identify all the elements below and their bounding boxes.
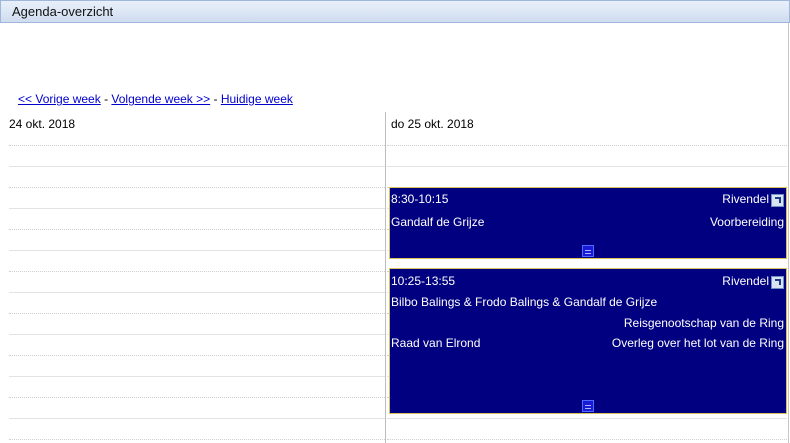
event-location: Rivendel xyxy=(722,274,769,288)
event-people: Gandalf de Grijze xyxy=(391,215,485,229)
previous-week-link[interactable]: << Vorige week xyxy=(18,92,101,106)
time-slot-line xyxy=(387,166,787,167)
scroll-edge xyxy=(788,23,789,443)
day-header-thursday: do 25 okt. 2018 xyxy=(391,117,474,131)
time-slot-line xyxy=(9,250,385,251)
event-group: Reisgenootschap van de Ring xyxy=(623,316,784,330)
time-slot-line xyxy=(9,145,385,146)
day-header-wednesday: 24 okt. 2018 xyxy=(9,117,76,131)
time-slot-line xyxy=(387,418,787,419)
column-divider xyxy=(385,112,386,443)
nav-separator: - xyxy=(210,92,221,106)
time-slot-line xyxy=(9,208,385,209)
time-slot-line xyxy=(9,313,385,314)
open-external-icon[interactable] xyxy=(771,194,784,207)
event-people: Bilbo Balings & Frodo Balings & Gandalf … xyxy=(391,295,658,309)
window-title: Agenda-overzicht xyxy=(12,4,114,19)
calendar-event[interactable]: 10:25-13:55 Rivendel Bilbo Balings & Fro… xyxy=(389,268,787,414)
open-external-icon[interactable] xyxy=(771,276,784,289)
time-slot-line xyxy=(9,418,385,419)
time-slot-line xyxy=(387,439,787,440)
time-slot-line xyxy=(9,229,385,230)
time-slot-line xyxy=(9,376,385,377)
time-slot-line xyxy=(387,145,787,146)
event-resize-handle[interactable] xyxy=(582,400,594,412)
calendar-event[interactable]: 8:30-10:15 Rivendel Gandalf de Grijze Vo… xyxy=(389,187,787,259)
current-week-link[interactable]: Huidige week xyxy=(221,92,293,106)
event-resize-handle[interactable] xyxy=(582,245,594,257)
time-slot-line xyxy=(9,187,385,188)
next-week-link[interactable]: Volgende week >> xyxy=(111,92,210,106)
event-title: Voorbereiding xyxy=(709,215,784,229)
time-slot-line xyxy=(9,271,385,272)
event-time: 10:25-13:55 xyxy=(391,274,456,288)
time-slot-line xyxy=(9,292,385,293)
week-navigation: << Vorige week - Volgende week >> - Huid… xyxy=(18,92,293,106)
time-slot-line xyxy=(9,166,385,167)
time-slot-line xyxy=(9,397,385,398)
nav-separator: - xyxy=(100,92,112,106)
event-location: Rivendel xyxy=(722,192,769,206)
event-time: 8:30-10:15 xyxy=(391,192,449,206)
time-slot-line xyxy=(9,334,385,335)
time-slot-line xyxy=(9,355,385,356)
event-organizer: Raad van Elrond xyxy=(391,336,481,350)
event-title: Overleg over het lot van de Ring xyxy=(611,336,784,350)
time-slot-line xyxy=(9,439,385,440)
window-titlebar: Agenda-overzicht xyxy=(0,0,790,23)
